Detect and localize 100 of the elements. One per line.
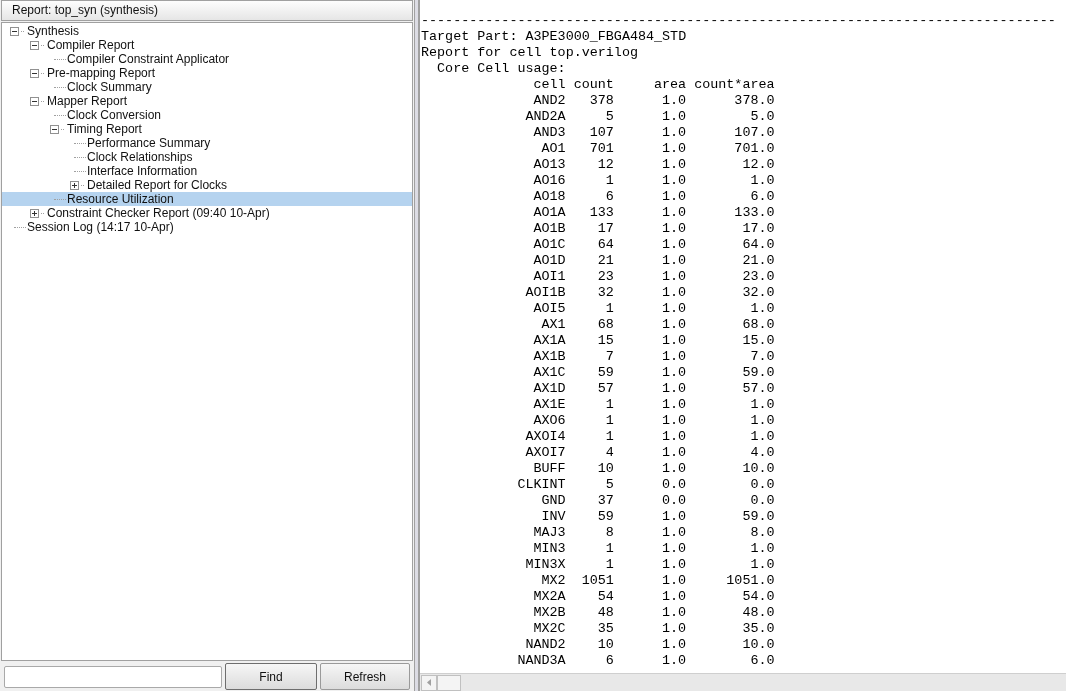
table-cell: AOI1B xyxy=(525,285,566,301)
table-cell: AOI5 xyxy=(533,301,566,317)
table-cell: 10 xyxy=(597,461,614,477)
table-cell: 1.0 xyxy=(662,109,687,125)
panel-title: Report: top_syn (synthesis) xyxy=(1,0,413,21)
table-cell: 37 xyxy=(597,493,614,509)
search-field[interactable] xyxy=(4,665,222,688)
table-cell: 4.0 xyxy=(750,445,775,461)
column-header: count xyxy=(573,77,614,93)
table-cell: 5 xyxy=(605,477,614,493)
table-cell: 64 xyxy=(597,237,614,253)
table-cell: MX2B xyxy=(533,605,566,621)
table-cell: 1.0 xyxy=(662,141,687,157)
table-cell: 1.0 xyxy=(662,205,687,221)
table-cell: 7 xyxy=(605,349,614,365)
table-cell: AND2 xyxy=(533,93,566,109)
table-cell: 1051.0 xyxy=(726,573,775,589)
table-cell: AO13 xyxy=(533,157,566,173)
table-cell: 133 xyxy=(589,205,614,221)
table-cell: AXOI7 xyxy=(525,445,566,461)
table-cell: 35.0 xyxy=(742,621,775,637)
table-cell: 1051 xyxy=(581,573,614,589)
expand-icon[interactable] xyxy=(70,180,79,190)
table-cell: 6 xyxy=(605,653,614,669)
table-cell: 1.0 xyxy=(750,541,775,557)
report-line: Target Part: A3PE3000_FBGA484_STD xyxy=(421,29,687,45)
collapse-icon[interactable] xyxy=(30,68,39,78)
table-cell: 1.0 xyxy=(662,509,687,525)
table-cell: 7.0 xyxy=(750,349,775,365)
tree-item[interactable]: Pre-mapping Report xyxy=(47,64,156,82)
collapse-icon[interactable] xyxy=(30,96,39,106)
table-cell: 21.0 xyxy=(742,253,775,269)
table-cell: 1 xyxy=(605,397,614,413)
table-cell: 1.0 xyxy=(662,445,687,461)
scrollbar-thumb[interactable] xyxy=(437,674,461,691)
table-cell: 1.0 xyxy=(662,541,687,557)
table-cell: AXOI4 xyxy=(525,429,566,445)
table-cell: 23 xyxy=(597,269,614,285)
table-cell: 8 xyxy=(605,525,614,541)
table-cell: AXO6 xyxy=(533,413,566,429)
find-button[interactable]: Find xyxy=(225,663,317,690)
refresh-button[interactable]: Refresh xyxy=(320,663,410,690)
table-cell: 1.0 xyxy=(750,397,775,413)
table-cell: 21 xyxy=(597,253,614,269)
table-cell: 15.0 xyxy=(742,333,775,349)
table-cell: AX1B xyxy=(533,349,566,365)
table-cell: 0.0 xyxy=(662,493,687,509)
table-cell: 1.0 xyxy=(662,381,687,397)
table-cell: 1 xyxy=(605,541,614,557)
table-cell: AND3 xyxy=(533,125,566,141)
table-cell: 1.0 xyxy=(662,557,687,573)
collapse-icon[interactable] xyxy=(30,40,39,50)
table-cell: 32.0 xyxy=(742,285,775,301)
tree-item[interactable]: Detailed Report for Clocks xyxy=(87,176,228,194)
tree-item[interactable]: Constraint Checker Report (09:40 10-Apr) xyxy=(47,204,270,222)
table-cell: 57.0 xyxy=(742,381,775,397)
table-cell: 1.0 xyxy=(662,253,687,269)
table-cell: 17 xyxy=(597,221,614,237)
table-cell: 17.0 xyxy=(742,221,775,237)
table-cell: 107 xyxy=(589,125,614,141)
table-cell: 0.0 xyxy=(750,493,775,509)
table-cell: 1.0 xyxy=(662,413,687,429)
table-cell: 5.0 xyxy=(750,109,775,125)
table-cell: 1.0 xyxy=(662,189,687,205)
table-cell: AND2A xyxy=(525,109,566,125)
table-cell: 1.0 xyxy=(662,237,687,253)
table-cell: 1 xyxy=(605,413,614,429)
table-cell: AX1E xyxy=(533,397,566,413)
table-cell: NAND3A xyxy=(517,653,566,669)
table-cell: 1.0 xyxy=(662,653,687,669)
table-cell: 35 xyxy=(597,621,614,637)
column-header: cell xyxy=(533,77,566,93)
table-cell: INV xyxy=(541,509,566,525)
table-cell: 15 xyxy=(597,333,614,349)
table-cell: 54 xyxy=(597,589,614,605)
table-cell: 1.0 xyxy=(662,429,687,445)
table-cell: 1.0 xyxy=(662,397,687,413)
collapse-icon[interactable] xyxy=(50,124,59,134)
table-cell: 1.0 xyxy=(662,269,687,285)
tree-item[interactable]: Clock Relationships xyxy=(87,148,193,166)
table-cell: 378 xyxy=(589,93,614,109)
table-cell: 48.0 xyxy=(742,605,775,621)
splitter-handle[interactable] xyxy=(414,0,419,691)
horizontal-scrollbar[interactable] xyxy=(420,673,1066,691)
table-cell: 1.0 xyxy=(750,301,775,317)
table-cell: 1.0 xyxy=(662,157,687,173)
expand-icon[interactable] xyxy=(30,208,39,218)
table-cell: 8.0 xyxy=(750,525,775,541)
table-cell: 10 xyxy=(597,637,614,653)
table-cell: 1.0 xyxy=(662,93,687,109)
table-cell: CLKINT xyxy=(517,477,566,493)
table-cell: 1.0 xyxy=(750,413,775,429)
table-cell: 1.0 xyxy=(662,365,687,381)
table-cell: GND xyxy=(541,493,566,509)
collapse-icon[interactable] xyxy=(10,26,19,36)
table-cell: 1.0 xyxy=(662,221,687,237)
table-cell: MIN3 xyxy=(533,541,566,557)
table-cell: AO1 xyxy=(541,141,566,157)
table-cell: 0.0 xyxy=(662,477,687,493)
table-cell: 1.0 xyxy=(662,317,687,333)
